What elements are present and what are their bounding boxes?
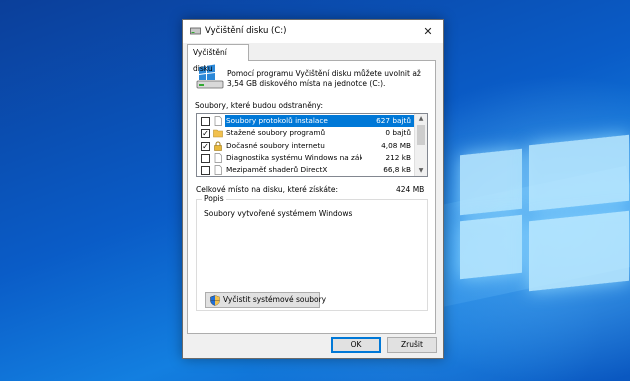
description-legend: Popis	[202, 194, 226, 203]
item-name: Dočasné soubory internetu	[226, 140, 325, 150]
uac-shield-icon	[210, 295, 220, 306]
item-size: 0 bajtů	[385, 128, 411, 138]
item-size: 212 kB	[385, 152, 411, 162]
list-item[interactable]	[197, 177, 415, 178]
item-size: 4,08 MB	[381, 140, 411, 150]
item-checkbox[interactable]	[201, 153, 210, 163]
close-button[interactable]: ✕	[413, 20, 443, 43]
files-to-delete-list[interactable]: Soubory protokolů instalace 627 bajtů ✓ …	[196, 113, 428, 177]
clean-system-files-button[interactable]: Vyčistit systémové soubory	[205, 292, 326, 308]
scroll-thumb[interactable]	[417, 125, 425, 145]
files-list-label: Soubory, které budou odstraněny:	[195, 101, 323, 110]
blank-file-icon	[214, 165, 222, 176]
item-name: Diagnostika systému Windows na zákl...	[226, 152, 362, 162]
ok-button[interactable]: OK	[331, 337, 381, 353]
title-bar[interactable]: Vyčištění disku (C:) ✕	[183, 20, 443, 43]
scroll-up-arrow-icon[interactable]: ▲	[415, 114, 427, 124]
lock-icon	[214, 141, 222, 151]
logo-pane	[529, 134, 629, 212]
item-checkbox[interactable]: ✓	[201, 141, 210, 151]
intro-text: Pomocí programu Vyčištění disku můžete u…	[227, 69, 421, 88]
list-scrollbar[interactable]: ▲ ▼	[414, 114, 427, 176]
list-item[interactable]: ✓ Stažené soubory programů 0 bajtů	[197, 127, 415, 139]
clean-system-files-label: Vyčistit systémové soubory	[223, 295, 327, 304]
blank-file-icon	[214, 116, 222, 126]
list-item[interactable]: Diagnostika systému Windows na zákl... 2…	[197, 152, 415, 164]
item-name: Stažené soubory programů	[226, 128, 326, 138]
list-item[interactable]: Soubory protokolů instalace 627 bajtů	[197, 115, 415, 127]
cancel-button[interactable]: Zrušit	[387, 337, 437, 353]
description-text: Soubory vytvořené systémem Windows	[204, 209, 353, 218]
item-checkbox[interactable]	[201, 166, 210, 176]
item-checkbox[interactable]	[201, 117, 210, 126]
window-title: Vyčištění disku (C:)	[205, 26, 287, 36]
item-size: 66,8 kB	[383, 165, 411, 175]
logo-pane	[460, 214, 522, 280]
total-space-value: 424 MB	[396, 185, 425, 194]
windows-logo-wallpaper	[455, 134, 630, 292]
total-space-label: Celkové místo na disku, které získáte:	[196, 185, 338, 194]
item-name: Soubory protokolů instalace	[226, 116, 328, 125]
item-checkbox[interactable]: ✓	[201, 129, 210, 139]
list-item[interactable]: Mezipaměť shaderů DirectX 66,8 kB	[197, 164, 415, 176]
tab-disk-cleanup[interactable]: Vyčištění disku	[187, 44, 249, 73]
folder-icon	[213, 129, 223, 138]
logo-pane	[529, 210, 629, 292]
drive-icon	[190, 27, 201, 35]
item-size: 627 bajtů	[376, 116, 411, 125]
logo-pane	[460, 148, 522, 216]
list-item[interactable]: ✓ Dočasné soubory internetu 4,08 MB	[197, 140, 415, 152]
scroll-down-arrow-icon[interactable]: ▼	[415, 166, 427, 176]
blank-file-icon	[214, 153, 222, 163]
item-name: Mezipaměť shaderů DirectX	[226, 165, 328, 175]
